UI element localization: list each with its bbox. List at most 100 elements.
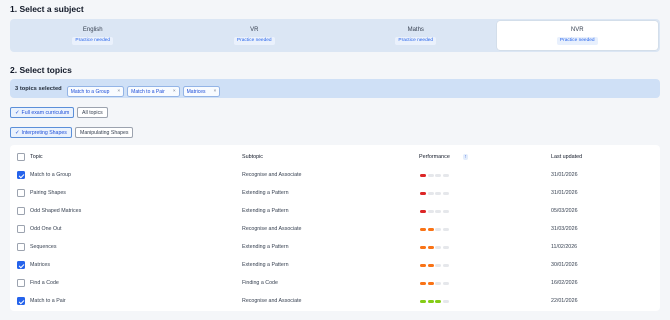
remove-chip-icon[interactable]: ×	[117, 89, 120, 94]
performance-indicator	[420, 191, 449, 195]
last-updated-cell: 05/03/2026	[551, 208, 578, 214]
performance-bar	[435, 245, 441, 249]
table-row[interactable]: Match to a Pair Recognise and Associate 22…	[10, 292, 660, 310]
table-row[interactable]: Odd One Out Recognise and Associate 31/03/…	[10, 220, 660, 238]
filter-manipulating-shapes[interactable]: Manipulating Shapes	[75, 127, 134, 138]
subject-name: NVR	[570, 26, 584, 33]
subject-tabs: English Practice needed VR Practice needed M…	[10, 19, 660, 52]
row-checkbox[interactable]	[17, 243, 25, 251]
performance-bar	[435, 299, 441, 303]
header-performance[interactable]: Performance ↑	[419, 154, 469, 160]
performance-bar	[435, 209, 441, 213]
topics-table: Topic Subtopic Performance ↑ Last updated…	[10, 145, 660, 311]
performance-bar	[420, 173, 426, 177]
table-row[interactable]: Match to a Group Recognise and Associate 3…	[10, 166, 660, 184]
subtopic-cell: Finding a Code	[242, 280, 278, 286]
table-row[interactable]: Sequences Extending a Pattern 11/02/2026	[10, 238, 660, 256]
selected-topic-chip: Match to a Group ×	[66, 86, 125, 97]
performance-bar	[420, 263, 426, 267]
row-checkbox[interactable]	[17, 171, 25, 179]
performance-bar	[435, 281, 441, 285]
filter-label: Interpreting Shapes	[21, 129, 67, 136]
topic-cell: Sequences	[30, 244, 57, 250]
performance-bar	[435, 263, 441, 267]
performance-indicator	[420, 173, 449, 177]
topic-cell: Match to a Group	[30, 172, 71, 178]
performance-bar	[420, 191, 426, 195]
performance-bar	[442, 173, 449, 177]
check-icon: ✓	[15, 109, 20, 116]
filter-full-exam-curriculum[interactable]: ✓ Full exam curriculum	[10, 107, 75, 118]
row-checkbox[interactable]	[17, 225, 25, 233]
practice-badge: Practice needed	[72, 36, 114, 45]
practice-badge: Practice needed	[395, 36, 437, 45]
performance-bar	[442, 191, 449, 195]
subject-tab-maths[interactable]: Maths Practice needed	[335, 21, 497, 50]
filter-all-topics[interactable]: All topics	[77, 107, 108, 118]
performance-bar	[420, 209, 426, 213]
sort-arrow-icon[interactable]: ↑	[462, 154, 469, 160]
performance-indicator	[420, 209, 449, 213]
row-checkbox[interactable]	[17, 189, 25, 197]
header-last-updated[interactable]: Last updated	[551, 154, 582, 160]
topic-cell: Odd One Out	[30, 226, 62, 232]
chip-label: Matrices	[186, 88, 206, 95]
select-all-checkbox[interactable]	[17, 153, 25, 161]
topic-cell: Pairing Shapes	[30, 190, 66, 196]
subject-name: VR	[250, 26, 259, 33]
selected-count: 3 topics selected	[15, 85, 62, 92]
last-updated-cell: 31/01/2026	[551, 172, 578, 178]
table-row[interactable]: Odd Shaped Matrices Extending a Pattern 05…	[10, 202, 660, 220]
row-checkbox[interactable]	[17, 207, 25, 215]
performance-bar	[427, 209, 434, 213]
subtopic-cell: Recognise and Associate	[242, 226, 302, 232]
table-header: Topic Subtopic Performance ↑ Last updated	[10, 148, 660, 166]
filter-label: All topics	[82, 109, 103, 116]
topic-cell: Find a Code	[30, 280, 59, 286]
filter-interpreting-shapes[interactable]: ✓ Interpreting Shapes	[10, 127, 72, 138]
chip-label: Match to a Pair	[131, 88, 165, 95]
performance-bar	[442, 299, 449, 303]
subject-tab-english[interactable]: English Practice needed	[12, 21, 174, 50]
performance-bar	[427, 281, 434, 285]
performance-bar	[442, 209, 449, 213]
table-row[interactable]: Pairing Shapes Extending a Pattern 31/01/2…	[10, 184, 660, 202]
subject-tab-vr[interactable]: VR Practice needed	[174, 21, 336, 50]
performance-bar	[435, 191, 441, 195]
practice-badge: Practice needed	[233, 36, 275, 45]
performance-bar	[435, 227, 441, 231]
subtopic-cell: Extending a Pattern	[242, 244, 289, 250]
topic-cell: Odd Shaped Matrices	[30, 208, 82, 214]
performance-bar	[427, 227, 434, 231]
performance-bar	[442, 245, 449, 249]
header-topic[interactable]: Topic	[30, 154, 43, 160]
table-row[interactable]: Matrices Extending a Pattern 30/01/2026	[10, 256, 660, 274]
selected-topics-bar: 3 topics selected Match to a Group × Match…	[10, 79, 660, 98]
section-title-subject: 1. Select a subject	[10, 4, 84, 14]
performance-bar	[427, 263, 434, 267]
last-updated-cell: 16/02/2026	[551, 280, 578, 286]
filter-label: Full exam curriculum	[21, 109, 70, 116]
subtopic-cell: Extending a Pattern	[242, 190, 289, 196]
chip-label: Match to a Group	[70, 88, 110, 95]
performance-bar	[427, 191, 434, 195]
performance-bar	[420, 227, 426, 231]
performance-bar	[420, 281, 426, 285]
last-updated-cell: 31/03/2026	[551, 226, 578, 232]
header-subtopic[interactable]: Subtopic	[242, 154, 263, 160]
performance-indicator	[420, 281, 449, 285]
selected-topic-chip: Match to a Pair ×	[127, 86, 180, 97]
remove-chip-icon[interactable]: ×	[214, 89, 217, 94]
remove-chip-icon[interactable]: ×	[173, 89, 176, 94]
row-checkbox[interactable]	[17, 279, 25, 287]
performance-indicator	[420, 227, 449, 231]
performance-indicator	[420, 299, 449, 303]
check-icon: ✓	[15, 129, 20, 136]
performance-bar	[420, 245, 426, 249]
row-checkbox[interactable]	[17, 297, 25, 305]
table-row[interactable]: Find a Code Finding a Code 16/02/2026	[10, 274, 660, 292]
performance-bar	[442, 263, 449, 267]
row-checkbox[interactable]	[17, 261, 25, 269]
performance-bar	[442, 281, 449, 285]
subject-tab-nvr[interactable]: NVR Practice needed	[496, 21, 658, 50]
